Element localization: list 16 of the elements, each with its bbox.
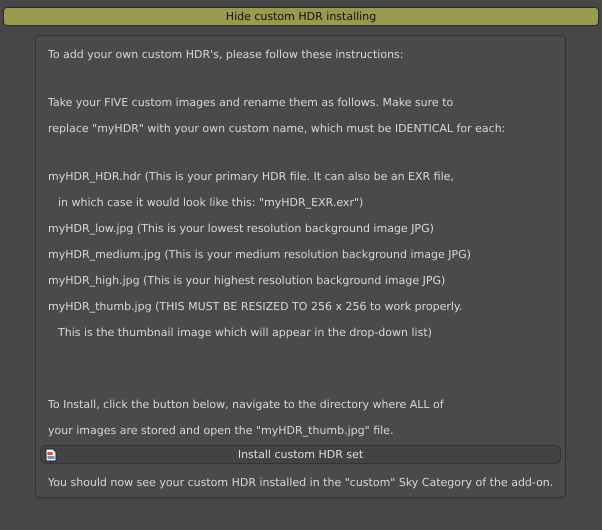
instruction-text: your images are stored and open the "myHDR_thumb.jpg" file.	[48, 424, 394, 437]
instruction-text: myHDR_HDR.hdr (This is your primary HDR file. It can also be an EXR file,	[48, 170, 455, 183]
image-file-icon	[45, 448, 57, 462]
instruction-text: To add your own custom HDR's, please follow these instructions:	[48, 48, 404, 61]
toggle-button[interactable]: Hide custom HDR installing	[3, 7, 599, 26]
footer-text: You should now see your custom HDR installed in the "custom" Sky Category of the add-on.	[48, 476, 553, 489]
instruction-text: This is the thumbnail image which will appear in the drop-down list)	[57, 326, 433, 339]
instruction-text: To Install, click the button below, navigate to the directory where ALL of	[48, 398, 445, 411]
instruction-text: replace "myHDR" with your own custom name, which must be IDENTICAL for each:	[48, 122, 506, 135]
instruction-text: myHDR_medium.jpg (This is your medium resolution background image JPG)	[48, 248, 472, 261]
instruction-text: myHDR_thumb.jpg (THIS MUST BE RESIZED TO 256 x 256 to work properly.	[48, 300, 464, 313]
instruction-text: myHDR_low.jpg (This is your lowest resolution background image JPG)	[48, 222, 435, 235]
instruction-text: myHDR_high.jpg (This is your highest resolution background image JPG)	[48, 274, 446, 287]
instruction-text: Take your FIVE custom images and rename them as follows. Make sure to	[48, 96, 454, 109]
instruction-text: in which case it would look like this: "myHDR_EXR.exr")	[57, 196, 364, 209]
install-button[interactable]: Install custom HDR set	[40, 445, 561, 464]
